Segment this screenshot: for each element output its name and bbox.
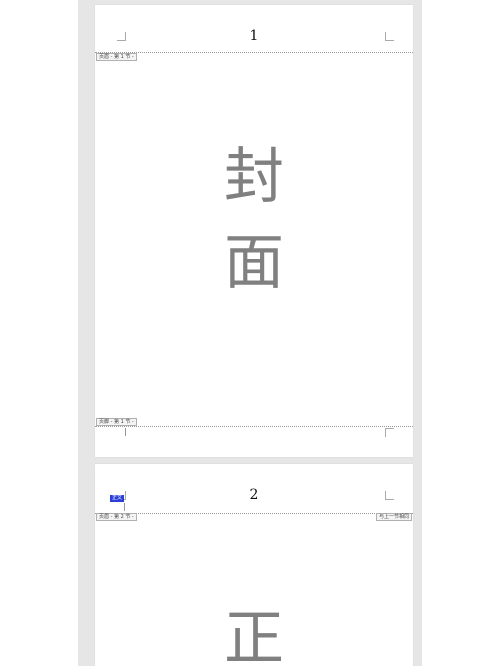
header-page-number[interactable]: 1 [95,28,413,44]
footer-boundary-line [95,426,413,427]
cover-char-1[interactable]: 封 [95,147,413,207]
header-boundary-line [95,52,413,53]
document-canvas[interactable]: 1 页眉 - 第 1 节 - 封 面 页脚 - 第 1 节 - 正文 2 页眉 … [78,0,422,666]
document-page-2[interactable]: 正文 2 页眉 - 第 2 节 - 与上一节相同 正 [95,464,413,666]
text-cursor-marker [124,503,125,511]
cover-char-2[interactable]: 面 [95,233,413,293]
header-page-number[interactable]: 2 [95,487,413,503]
body-char-1[interactable]: 正 [95,609,413,666]
header-section-tag[interactable]: 页眉 - 第 1 节 - [96,53,137,61]
bottom-right-margin-mark [385,428,394,437]
footer-section-tag[interactable]: 页脚 - 第 1 节 - [96,418,137,426]
header-section-tag[interactable]: 页眉 - 第 2 节 - [96,513,137,521]
bottom-left-margin-mark [125,428,126,436]
document-page-1[interactable]: 1 页眉 - 第 1 节 - 封 面 页脚 - 第 1 节 - [95,5,413,457]
header-boundary-line [95,513,413,514]
same-as-previous-tag[interactable]: 与上一节相同 [375,513,412,521]
